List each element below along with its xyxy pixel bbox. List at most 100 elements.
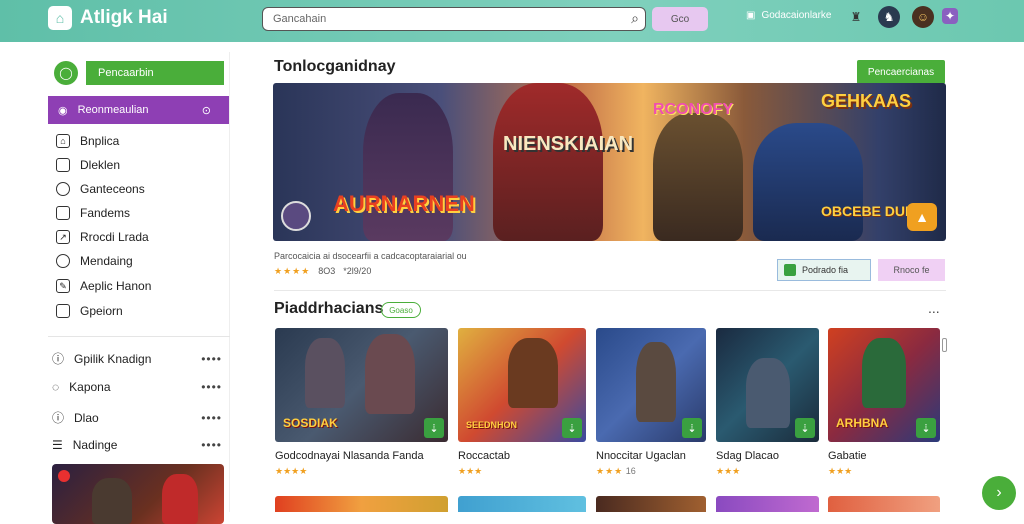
download-icon[interactable]: ⇣ bbox=[795, 418, 815, 438]
card-rating: ★★★ 16 bbox=[596, 466, 636, 476]
badge-icon bbox=[58, 470, 70, 482]
sidebar: ◯ Pencaarbin ◉ Reonmeaulian ⊙ ⌂ Bnplica D… bbox=[42, 52, 230, 524]
banner-title-left: AURNARNEN bbox=[333, 191, 475, 216]
more-icon[interactable]: •••• bbox=[201, 411, 222, 425]
sidebar-item[interactable]: Dleklen bbox=[56, 158, 120, 172]
sidebar-section[interactable]: ⓘ Dlao •••• bbox=[52, 409, 222, 426]
game-card[interactable]: SEEDNHON ⇣ bbox=[458, 328, 586, 442]
banner-title-right-top: RCONOFY bbox=[653, 101, 733, 118]
download-button[interactable]: Podrado fia bbox=[777, 259, 871, 281]
page-title: Tonlocganidnay bbox=[274, 58, 396, 75]
list-icon: ☰ bbox=[52, 438, 63, 452]
character-art bbox=[493, 83, 603, 241]
character-art bbox=[653, 113, 743, 241]
folder-icon bbox=[56, 304, 70, 318]
download-icon bbox=[784, 264, 796, 276]
more-icon[interactable]: •••• bbox=[201, 438, 222, 452]
sidebar-item[interactable]: ⌂ Bnplica bbox=[56, 134, 119, 148]
square-icon bbox=[56, 206, 70, 220]
game-card[interactable] bbox=[596, 496, 706, 512]
character-art bbox=[753, 123, 863, 241]
top-bar: ⌂ Atligk Hai Gancahain ⌕ Gco ▣ Godacaion… bbox=[0, 0, 1024, 42]
banner-description: Parcocaicia ai dsocearfii a cadcacoptara… bbox=[274, 251, 467, 261]
character-art bbox=[508, 338, 558, 408]
chat-icon: ◌ bbox=[52, 380, 60, 394]
section-badge[interactable]: Goaso bbox=[381, 302, 421, 318]
banner-title-center: NIENSKIAIAN bbox=[503, 133, 634, 155]
primary-sidebar-button[interactable]: ◯ Pencaarbin bbox=[54, 60, 224, 86]
character-art bbox=[746, 358, 790, 428]
download-link[interactable]: ▣ Godacaionlarke bbox=[746, 10, 832, 21]
character-art bbox=[636, 342, 676, 422]
game-card[interactable] bbox=[716, 496, 819, 512]
character-art bbox=[305, 338, 345, 408]
sidebar-section[interactable]: ☰ Nadinge •••• bbox=[52, 438, 222, 452]
banner-title-right: GEHKAAS bbox=[821, 91, 912, 111]
home-icon: ⌂ bbox=[56, 134, 70, 148]
character-art bbox=[92, 478, 132, 524]
more-button[interactable]: ... bbox=[928, 300, 940, 316]
download-icon[interactable]: ⇣ bbox=[562, 418, 582, 438]
sidebar-game-thumbnail[interactable] bbox=[52, 464, 224, 524]
sidebar-item[interactable]: ✎ Aeplic Hanon bbox=[56, 279, 151, 293]
game-card[interactable]: SOSDIAK ⇣ bbox=[275, 328, 448, 442]
document-icon bbox=[56, 158, 70, 172]
home-icon: ⌂ bbox=[48, 6, 72, 30]
studio-avatar[interactable] bbox=[281, 201, 311, 231]
app-name: Atligk Hai bbox=[80, 7, 168, 28]
star-rating: ★★★★ bbox=[274, 266, 311, 276]
sidebar-item[interactable]: Gpeiorn bbox=[56, 304, 123, 318]
character-art bbox=[162, 474, 198, 524]
sidebar-item-active[interactable]: ◉ Reonmeaulian ⊙ bbox=[48, 96, 229, 124]
sidebar-section[interactable]: ⓘ Gpilik Knadign •••• bbox=[52, 350, 222, 367]
card-title[interactable]: Gabatie bbox=[828, 450, 867, 462]
search-input[interactable]: Gancahain ⌕ bbox=[262, 7, 646, 31]
help-icon: ⓘ bbox=[52, 411, 65, 425]
sidebar-item[interactable]: Ganteceons bbox=[56, 182, 145, 196]
card-title[interactable]: Godcodnayai Nlasanda Fanda bbox=[275, 450, 424, 462]
game-card[interactable]: ARHBNA ⇣ bbox=[828, 328, 940, 442]
wishlist-button[interactable]: Rnoco fe bbox=[878, 259, 945, 281]
scrollbar[interactable] bbox=[942, 338, 947, 352]
character-art bbox=[363, 93, 453, 241]
card-title[interactable]: Nnoccitar Ugaclan bbox=[596, 450, 686, 462]
search-icon[interactable]: ⌕ bbox=[631, 10, 639, 27]
game-card[interactable]: ⇣ bbox=[596, 328, 706, 442]
download-icon[interactable]: ⇣ bbox=[424, 418, 444, 438]
more-icon[interactable]: •••• bbox=[201, 352, 222, 366]
help-icon: ⊙ bbox=[201, 104, 211, 117]
character-art bbox=[862, 338, 906, 408]
sidebar-item[interactable]: Fandems bbox=[56, 206, 130, 220]
section-title: Piaddrhacians bbox=[274, 300, 384, 317]
game-card[interactable] bbox=[828, 496, 940, 512]
download-icon[interactable]: ⇣ bbox=[682, 418, 702, 438]
featured-banner[interactable]: NIENSKIAIAN RCONOFY GEHKAAS AURNARNEN OB… bbox=[273, 83, 946, 241]
edit-icon: ✎ bbox=[56, 279, 70, 293]
more-icon[interactable]: •••• bbox=[201, 380, 222, 394]
card-title[interactable]: Sdag Dlacao bbox=[716, 450, 779, 462]
circle-icon: ◯ bbox=[54, 61, 78, 85]
sidebar-section[interactable]: ◌ Kapona •••• bbox=[52, 380, 222, 394]
card-rating: ★★★★ bbox=[275, 466, 308, 476]
sidebar-item[interactable]: ↗ Rrocdi Lrada bbox=[56, 230, 149, 244]
character-icon[interactable]: ♞ bbox=[878, 6, 900, 28]
profile-icon[interactable]: ✦ bbox=[942, 8, 958, 24]
search-button[interactable]: Gco bbox=[652, 7, 708, 31]
sidebar-item[interactable]: Mendaing bbox=[56, 254, 133, 268]
banner-rating: ★★★★ 8O3 *2l9/20 bbox=[274, 266, 372, 276]
game-card[interactable] bbox=[275, 496, 448, 512]
game-card[interactable] bbox=[458, 496, 586, 512]
top-action-button[interactable]: Pencaercianas bbox=[857, 60, 945, 84]
divider bbox=[274, 290, 946, 291]
pin-icon bbox=[56, 254, 70, 268]
coin-icon[interactable]: ▲ bbox=[907, 203, 937, 231]
app-logo[interactable]: ⌂ Atligk Hai bbox=[48, 6, 168, 30]
card-rating: ★★★ bbox=[458, 466, 483, 476]
next-arrow-button[interactable]: › bbox=[982, 476, 1016, 510]
user-avatar[interactable]: ☺ bbox=[912, 6, 934, 28]
card-title[interactable]: Roccactab bbox=[458, 450, 510, 462]
monitor-icon: ▣ bbox=[746, 10, 756, 21]
game-card[interactable]: ⇣ bbox=[716, 328, 819, 442]
download-icon[interactable]: ⇣ bbox=[916, 418, 936, 438]
character-icon[interactable]: ♜ bbox=[845, 6, 867, 28]
